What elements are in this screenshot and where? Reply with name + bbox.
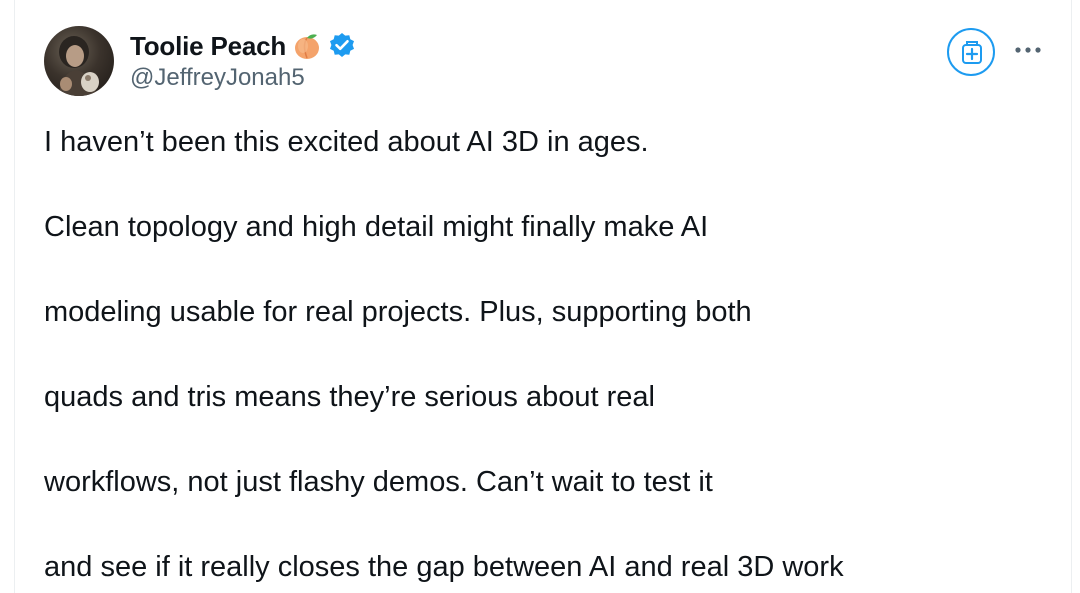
author-info: Toolie Peach @JeffreyJonah5 <box>130 28 356 92</box>
post-text-line: Clean topology and high detail might fin… <box>44 211 709 243</box>
post-header: Toolie Peach @JeffreyJonah5 <box>44 26 1054 98</box>
more-dots-icon <box>1015 47 1041 53</box>
verified-badge-icon <box>328 32 356 60</box>
avatar-image <box>58 36 99 96</box>
frame-border-left <box>14 0 15 593</box>
peach-icon <box>292 31 322 61</box>
grok-icon <box>962 41 982 64</box>
author-display-name[interactable]: Toolie Peach <box>130 31 286 62</box>
grok-button[interactable] <box>947 28 995 76</box>
author-handle[interactable]: @JeffreyJonah5 <box>130 64 356 92</box>
post-text-line: workflows, not just flashy demos. Can’t … <box>44 466 713 498</box>
post-text: I haven’t been this excited about AI 3D … <box>44 120 1034 589</box>
frame-border-right <box>1071 0 1072 593</box>
avatar[interactable] <box>44 26 114 96</box>
author-name-row: Toolie Peach <box>130 28 356 64</box>
post-text-line: I haven’t been this excited about AI 3D … <box>44 126 649 158</box>
post-text-line: quads and tris means they’re serious abo… <box>44 381 655 413</box>
post-text-line: and see if it really closes the gap betw… <box>44 551 844 583</box>
post-text-line: modeling usable for real projects. Plus,… <box>44 296 752 328</box>
more-options-button[interactable] <box>1010 38 1046 62</box>
